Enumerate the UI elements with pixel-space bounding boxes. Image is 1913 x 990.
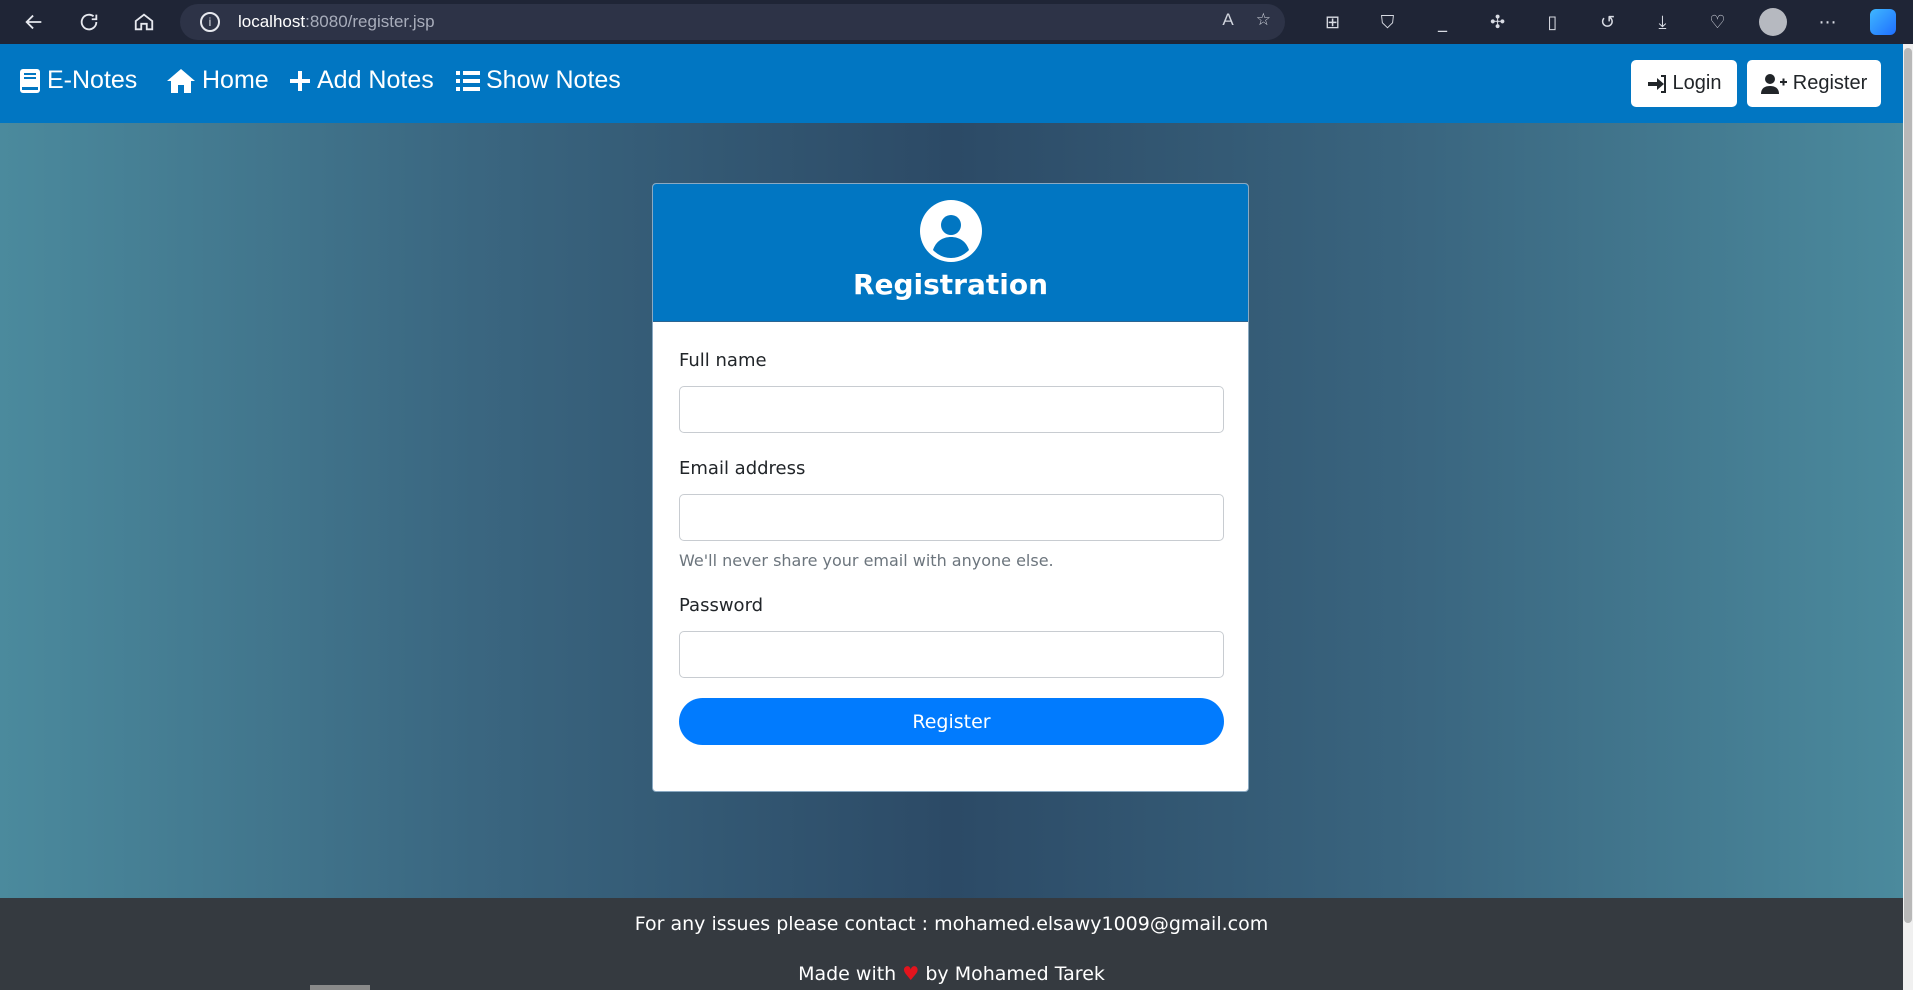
url-path: :8080/register.jsp [305, 12, 435, 31]
home-browser-button[interactable] [126, 4, 162, 40]
home-icon [167, 68, 195, 93]
extensions-puzzle-icon[interactable]: ✣ [1470, 6, 1525, 38]
register-submit-button[interactable]: Register [679, 698, 1224, 745]
nav-show-notes-label: Show Notes [486, 66, 621, 94]
login-arrow-icon [1647, 74, 1666, 93]
login-label: Login [1672, 72, 1722, 94]
card-title: Registration [852, 268, 1049, 301]
footer-author: by Mohamed Tarek [925, 963, 1105, 985]
read-aloud-icon[interactable]: A [1222, 10, 1233, 30]
book-icon [20, 68, 40, 93]
more-menu-icon[interactable]: ⋯ [1800, 6, 1855, 38]
back-button[interactable] [16, 4, 52, 40]
download-icon[interactable]: ⤓ [1635, 6, 1690, 38]
scrollbar-thumb[interactable] [1904, 48, 1912, 923]
fullname-input[interactable] [679, 386, 1224, 433]
browser-toolbar: i localhost:8080/register.jsp A ☆ ⊞ ⛉ _ … [0, 0, 1913, 44]
horizontal-scroll-indicator [310, 985, 370, 990]
login-button[interactable]: Login [1631, 60, 1737, 107]
footer-made-with: Made with [798, 963, 897, 985]
refresh-button[interactable] [71, 4, 107, 40]
profile-avatar-icon[interactable] [1745, 6, 1800, 38]
register-nav-label: Register [1792, 72, 1868, 94]
home-outline-icon [134, 13, 154, 31]
back-arrow-icon [25, 14, 42, 30]
info-icon[interactable]: i [200, 12, 220, 32]
nav-add-notes[interactable]: Add Notes [289, 66, 434, 95]
brand-link[interactable]: E-Notes [19, 66, 137, 95]
nav-show-notes[interactable]: Show Notes [456, 66, 621, 95]
registration-form: Full name Email address We'll never shar… [653, 322, 1248, 773]
history-icon[interactable]: ↺ [1580, 6, 1635, 38]
email-help-text: We'll never share your email with anyone… [679, 551, 1054, 570]
plus-icon [290, 70, 310, 91]
favorite-star-icon[interactable]: ☆ [1256, 10, 1271, 30]
nav-add-notes-label: Add Notes [317, 66, 434, 94]
password-input[interactable] [679, 631, 1224, 678]
fullname-label: Full name [679, 350, 767, 371]
user-plus-icon [1760, 73, 1787, 94]
footer-contact: For any issues please contact : mohamed.… [634, 913, 1269, 935]
translate-icon[interactable]: ⊞ [1305, 6, 1360, 38]
url-host: localhost [238, 12, 306, 31]
address-bar[interactable]: i localhost:8080/register.jsp A ☆ [180, 4, 1285, 40]
navbar: E-Notes Home Add Notes Show Notes Login … [0, 44, 1903, 123]
email-input[interactable] [679, 494, 1224, 541]
email-label: Email address [679, 458, 806, 479]
extension-bar-icon[interactable]: _ [1415, 6, 1470, 38]
shield-icon[interactable]: ⛉ [1360, 6, 1415, 38]
registration-card: Registration Full name Email address We'… [652, 183, 1249, 792]
nav-home[interactable]: Home [166, 66, 269, 95]
refresh-icon [80, 13, 98, 31]
nav-home-label: Home [202, 66, 269, 94]
list-icon [456, 70, 480, 91]
brand-label: E-Notes [47, 66, 138, 94]
register-nav-button[interactable]: Register [1747, 60, 1881, 107]
copilot-icon[interactable] [1855, 6, 1910, 38]
password-label: Password [679, 595, 764, 616]
user-circle-icon [919, 200, 982, 262]
heart-icon: ♥ [902, 963, 920, 985]
split-screen-icon[interactable]: ▯ [1525, 6, 1580, 38]
card-header: Registration [653, 184, 1248, 322]
health-icon[interactable]: ♡ [1690, 6, 1745, 38]
footer-credit: Made with ♥ by Mohamed Tarek [0, 963, 1903, 985]
footer: For any issues please contact : mohamed.… [0, 898, 1903, 990]
